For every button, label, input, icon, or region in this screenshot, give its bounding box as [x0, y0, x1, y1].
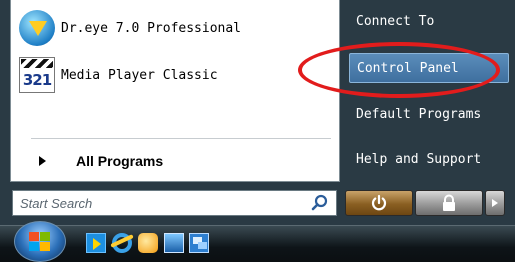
right-arrow-icon: [39, 156, 46, 166]
menu-item-help-and-support[interactable]: Help and Support: [349, 144, 509, 174]
messenger-icon[interactable]: [138, 233, 158, 253]
menu-item-connect-to[interactable]: Connect To: [349, 6, 509, 36]
pinned-item-label: Media Player Classic: [61, 67, 218, 83]
windows-orb-icon: [29, 231, 51, 252]
pinned-item-dreye[interactable]: Dr.eye 7.0 Professional: [19, 8, 319, 48]
search-icon[interactable]: [310, 193, 330, 213]
menu-item-label: Default Programs: [356, 106, 482, 122]
lock-icon: [443, 194, 455, 211]
media-player-classic-icon: 321: [19, 57, 55, 93]
switch-windows-icon[interactable]: [189, 233, 209, 253]
lock-button[interactable]: [415, 190, 483, 216]
start-search-box[interactable]: [12, 190, 337, 216]
menu-item-label: Control Panel: [357, 60, 459, 76]
windows-media-player-icon[interactable]: [86, 233, 106, 253]
all-programs-label: All Programs: [76, 153, 164, 169]
programs-pane: Dr.eye 7.0 Professional 321 Media Player…: [10, 0, 340, 182]
pinned-item-label: Dr.eye 7.0 Professional: [61, 20, 242, 36]
power-button[interactable]: [345, 190, 413, 216]
all-programs-button[interactable]: All Programs: [29, 150, 339, 172]
pinned-item-media-player-classic[interactable]: 321 Media Player Classic: [19, 55, 319, 95]
menu-item-default-programs[interactable]: Default Programs: [349, 99, 509, 129]
search-input[interactable]: [13, 192, 310, 214]
internet-explorer-icon[interactable]: [112, 233, 132, 253]
power-icon: [371, 194, 387, 211]
start-menu: Dr.eye 7.0 Professional 321 Media Player…: [0, 0, 515, 225]
taskbar: [0, 225, 515, 262]
shutdown-options-button[interactable]: [485, 190, 505, 216]
menu-item-control-panel[interactable]: Control Panel: [349, 53, 509, 83]
arrow-right-icon: [492, 199, 498, 207]
dreye-icon: [19, 10, 55, 46]
show-desktop-icon[interactable]: [164, 233, 184, 253]
start-button[interactable]: [14, 221, 66, 262]
menu-item-label: Help and Support: [356, 151, 482, 167]
power-controls: [345, 190, 505, 216]
separator: [31, 138, 331, 139]
menu-item-label: Connect To: [356, 13, 435, 29]
